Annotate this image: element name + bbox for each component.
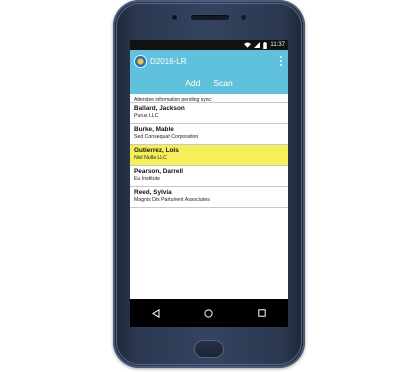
phone-device: 11:37 D2016-LR Add Scan Attendee informa… <box>113 0 305 368</box>
earpiece-speaker <box>191 15 229 20</box>
list-item[interactable]: Pearson, Darrell Eu Institute <box>130 165 288 186</box>
list-item[interactable]: Burke, Mable Sed Consequat Corporation <box>130 123 288 144</box>
attendee-list-panel: Attendee information pending sync: Balla… <box>130 94 288 299</box>
scan-button[interactable]: Scan <box>213 78 232 88</box>
list-item[interactable]: Ballard, Jackson Purus LLC <box>130 102 288 123</box>
attendee-name: Reed, Sylvia <box>134 189 172 196</box>
proximity-sensor <box>241 15 246 20</box>
app-title: D2016-LR <box>150 56 187 66</box>
attendee-list: Ballard, Jackson Purus LLC Burke, Mable … <box>130 102 288 208</box>
attendee-name: Pearson, Darrell <box>134 168 184 175</box>
attendee-company: Purus LLC <box>134 113 159 119</box>
attendee-company: Nisl Nulla LLC <box>134 155 167 161</box>
overflow-menu-icon[interactable] <box>279 56 282 66</box>
list-item-selected[interactable]: Gutierrez, Lois Nisl Nulla LLC <box>130 144 288 165</box>
recents-icon[interactable] <box>258 309 266 317</box>
battery-icon <box>263 41 268 49</box>
phone-screen: 11:37 D2016-LR Add Scan Attendee informa… <box>130 40 288 327</box>
app-title-row: D2016-LR <box>130 50 288 72</box>
app-logo-icon <box>135 55 146 67</box>
wifi-icon <box>244 42 252 48</box>
attendee-name: Ballard, Jackson <box>134 105 185 112</box>
front-camera-icon <box>171 14 178 21</box>
home-icon[interactable] <box>204 308 214 318</box>
physical-home-button[interactable] <box>194 340 224 358</box>
overflow-dot <box>279 56 282 58</box>
pending-sync-header: Attendee information pending sync: <box>134 97 213 103</box>
attendee-company: Magnis Dis Parturient Associates <box>134 197 210 203</box>
overflow-dot <box>279 64 282 66</box>
product-stage: 11:37 D2016-LR Add Scan Attendee informa… <box>0 0 416 372</box>
status-time: 11:37 <box>270 42 285 48</box>
navigation-bar <box>130 299 288 327</box>
signal-icon <box>254 42 261 48</box>
overflow-dot <box>279 60 282 62</box>
list-item[interactable]: Reed, Sylvia Magnis Dis Parturient Assoc… <box>130 186 288 207</box>
back-icon[interactable] <box>152 308 160 318</box>
attendee-name: Burke, Mable <box>134 126 174 133</box>
add-button[interactable]: Add <box>185 78 200 88</box>
app-bar: D2016-LR Add Scan <box>130 50 288 94</box>
attendee-company: Sed Consequat Corporation <box>134 134 199 140</box>
attendee-name: Gutierrez, Lois <box>134 147 179 154</box>
status-bar: 11:37 <box>130 40 288 50</box>
list-divider <box>130 207 288 208</box>
attendee-company: Eu Institute <box>134 176 160 182</box>
action-row: Add Scan <box>130 72 288 94</box>
